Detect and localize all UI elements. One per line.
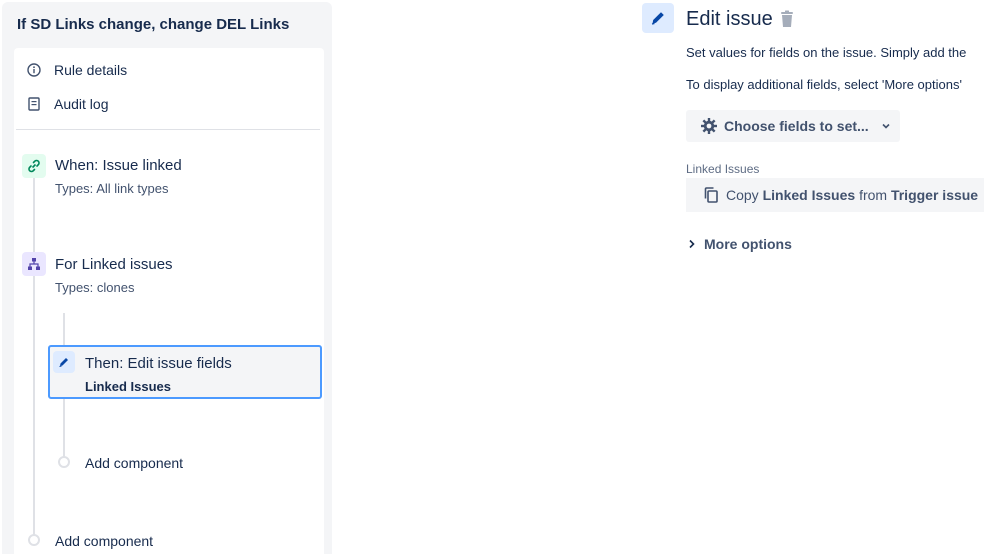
field-value-source: Trigger issue bbox=[890, 187, 979, 203]
edit-issue-title: Edit issue bbox=[686, 8, 773, 30]
more-options-toggle[interactable]: More options bbox=[688, 236, 792, 252]
branch-icon bbox=[28, 258, 40, 270]
inner-add-component[interactable]: Add component bbox=[85, 455, 183, 471]
linked-issues-field[interactable]: Copy Linked Issues from Trigger issue bbox=[686, 178, 984, 212]
more-options-label: More options bbox=[704, 236, 792, 252]
chevron-down-icon bbox=[881, 121, 891, 131]
document-icon bbox=[26, 96, 42, 112]
rule-card: Rule details Audit log When: Issue linke… bbox=[14, 48, 324, 554]
pencil-icon bbox=[651, 12, 664, 25]
outer-add-component[interactable]: Add component bbox=[55, 533, 153, 549]
pencil-icon bbox=[59, 358, 68, 367]
outer-flow-line bbox=[33, 176, 35, 536]
action-subtitle: Linked Issues bbox=[85, 379, 171, 394]
editor-description-1: Set values for fields on the issue. Simp… bbox=[686, 45, 967, 60]
choose-fields-button[interactable]: Choose fields to set... bbox=[686, 110, 900, 142]
audit-log-link[interactable]: Audit log bbox=[26, 96, 108, 112]
trigger-node-icon[interactable] bbox=[22, 154, 46, 178]
branch-title[interactable]: For Linked issues bbox=[55, 256, 173, 273]
copy-icon bbox=[702, 186, 720, 204]
branch-subtitle: Types: clones bbox=[55, 280, 135, 295]
rule-details-link[interactable]: Rule details bbox=[26, 62, 127, 78]
linked-issues-field-label: Linked Issues bbox=[686, 162, 760, 176]
chevron-right-icon bbox=[688, 239, 696, 249]
trigger-subtitle: Types: All link types bbox=[55, 181, 169, 196]
trigger-title[interactable]: When: Issue linked bbox=[55, 157, 182, 174]
editor-description-2: To display additional fields, select 'Mo… bbox=[686, 77, 962, 92]
choose-fields-label: Choose fields to set... bbox=[724, 118, 869, 134]
rule-title: If SD Links change, change DEL Links bbox=[17, 16, 290, 33]
action-title: Then: Edit issue fields bbox=[85, 355, 232, 372]
edit-issue-icon bbox=[642, 3, 674, 33]
outer-add-dot bbox=[28, 534, 40, 546]
link-icon bbox=[28, 159, 40, 173]
trash-icon[interactable] bbox=[779, 10, 795, 28]
menu-divider bbox=[16, 129, 320, 130]
field-value-prefix: Copy bbox=[726, 187, 759, 203]
gear-icon bbox=[700, 117, 718, 135]
field-value-middle: from bbox=[859, 187, 888, 203]
rule-panel: If SD Links change, change DEL Links Rul… bbox=[2, 2, 332, 554]
info-icon bbox=[26, 62, 42, 78]
audit-log-label: Audit log bbox=[54, 96, 109, 112]
branch-node-icon[interactable] bbox=[22, 252, 46, 276]
field-value-field: Linked Issues bbox=[762, 187, 856, 203]
action-node-icon bbox=[53, 351, 75, 373]
rule-details-label: Rule details bbox=[54, 62, 128, 78]
inner-add-dot bbox=[58, 456, 70, 468]
